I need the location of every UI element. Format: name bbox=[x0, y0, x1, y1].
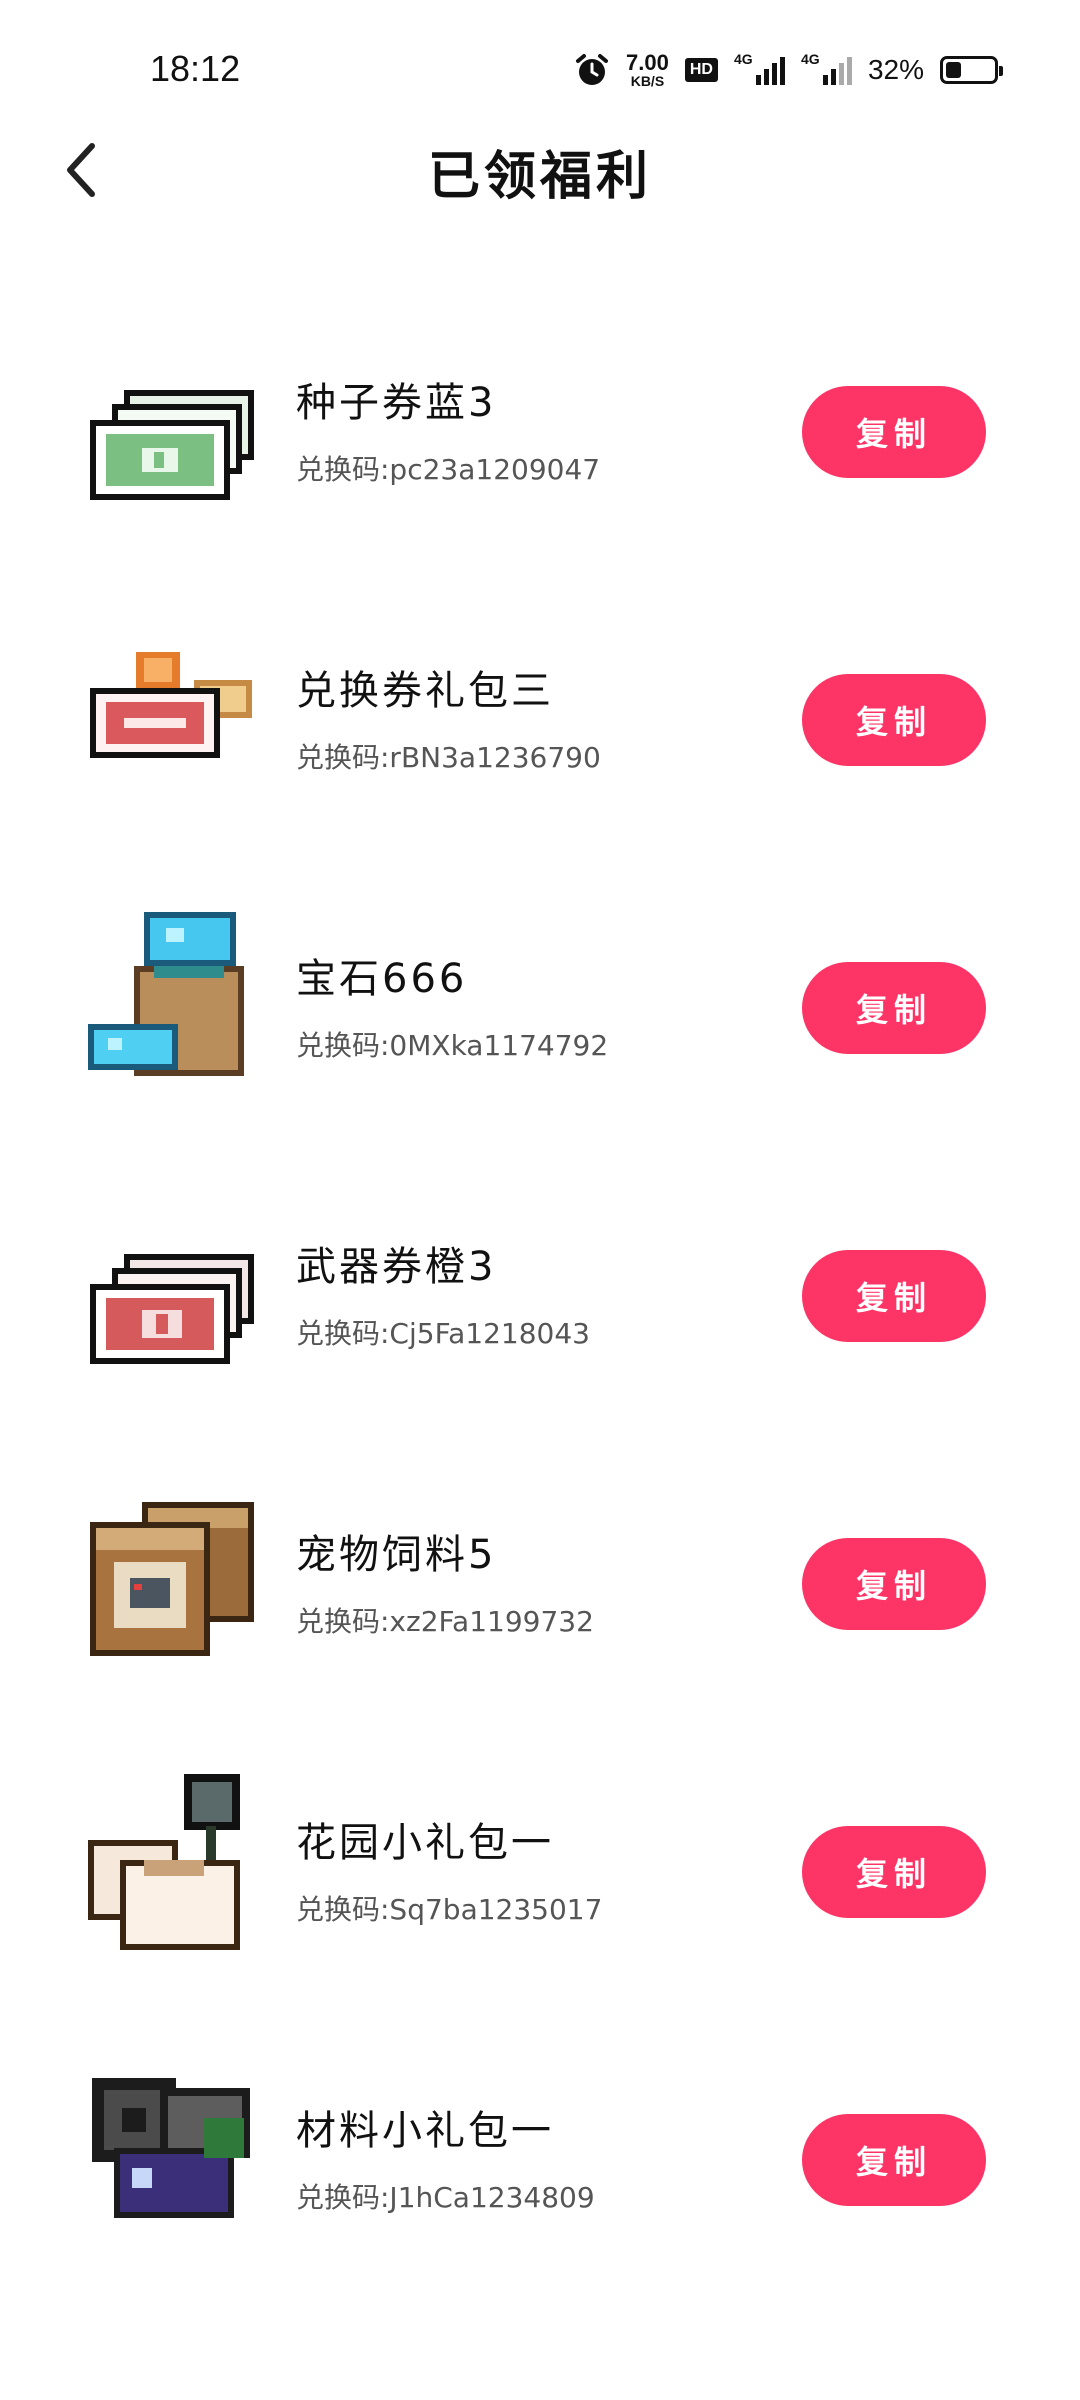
battery-fill bbox=[946, 62, 961, 78]
copy-button[interactable]: 复制 bbox=[802, 1826, 986, 1918]
pet-food-icon bbox=[84, 1482, 264, 1662]
redeem-code: 兑换码:J1hCa1234809 bbox=[296, 2181, 595, 2214]
exchange-ticket-icon bbox=[84, 618, 264, 798]
signal-icon: 4G bbox=[734, 51, 785, 85]
reward-list: 种子券蓝3 兑换码:pc23a1209047 复制 兑换券礼包三 兑换码:rBN… bbox=[0, 330, 1080, 2346]
status-time: 18:12 bbox=[150, 48, 241, 89]
signal-network-type-2: 4G bbox=[800, 51, 820, 67]
network-speed: 7.00 KB/S bbox=[626, 50, 669, 89]
battery-icon bbox=[940, 56, 1003, 84]
list-item: 武器券橙3 兑换码:Cj5Fa1218043 复制 bbox=[0, 1194, 1080, 1482]
redeem-code: 兑换码:Cj5Fa1218043 bbox=[296, 1317, 590, 1350]
copy-button[interactable]: 复制 bbox=[802, 2114, 986, 2206]
copy-button[interactable]: 复制 bbox=[802, 674, 986, 766]
redeem-code: 兑换码:Sq7ba1235017 bbox=[296, 1893, 603, 1926]
item-name: 武器券橙3 bbox=[296, 1244, 497, 1290]
copy-button[interactable]: 复制 bbox=[802, 962, 986, 1054]
gem-bag-icon bbox=[84, 906, 264, 1086]
header: 已领福利 bbox=[0, 130, 1080, 210]
alarm-icon bbox=[574, 52, 610, 88]
battery-percent: 32% bbox=[867, 54, 924, 85]
list-item: 材料小礼包一 兑换码:J1hCa1234809 复制 bbox=[0, 2058, 1080, 2346]
item-name: 材料小礼包一 bbox=[296, 2108, 554, 2154]
status-icons: 7.00 KB/S HD 4G 4G 32% bbox=[574, 48, 1003, 92]
hd-voice-badge: HD bbox=[684, 58, 718, 82]
signal-network-type: 4G bbox=[733, 51, 753, 67]
list-item: 宠物饲料5 兑换码:xz2Fa1199732 复制 bbox=[0, 1482, 1080, 1770]
garden-pack-icon bbox=[84, 1770, 264, 1950]
network-speed-unit: KB/S bbox=[630, 73, 665, 89]
item-name: 种子券蓝3 bbox=[296, 380, 497, 426]
redeem-code: 兑换码:0MXka1174792 bbox=[296, 1029, 609, 1062]
redeem-code: 兑换码:xz2Fa1199732 bbox=[296, 1605, 594, 1638]
list-item: 宝石666 兑换码:0MXka1174792 复制 bbox=[0, 906, 1080, 1194]
list-item: 花园小礼包一 兑换码:Sq7ba1235017 复制 bbox=[0, 1770, 1080, 2058]
signal-icon-2: 4G bbox=[801, 51, 852, 85]
redeem-code: 兑换码:pc23a1209047 bbox=[296, 453, 601, 486]
weapon-ticket-icon bbox=[84, 1194, 264, 1374]
list-item: 种子券蓝3 兑换码:pc23a1209047 复制 bbox=[0, 330, 1080, 618]
redeem-code: 兑换码:rBN3a1236790 bbox=[296, 741, 601, 774]
list-item: 兑换券礼包三 兑换码:rBN3a1236790 复制 bbox=[0, 618, 1080, 906]
seed-ticket-icon bbox=[84, 330, 264, 510]
item-name: 宝石666 bbox=[296, 956, 468, 1002]
status-bar: 18:12 7.00 KB/S HD 4G 4G 32% bbox=[0, 0, 1080, 140]
item-name: 兑换券礼包三 bbox=[296, 668, 554, 714]
item-name: 花园小礼包一 bbox=[296, 1820, 554, 1866]
page-title: 已领福利 bbox=[427, 147, 652, 207]
copy-button[interactable]: 复制 bbox=[802, 386, 986, 478]
copy-button[interactable]: 复制 bbox=[802, 1250, 986, 1342]
material-pack-icon bbox=[84, 2058, 264, 2238]
copy-button[interactable]: 复制 bbox=[802, 1538, 986, 1630]
network-speed-value: 7.00 bbox=[626, 50, 669, 75]
item-name: 宠物饲料5 bbox=[296, 1532, 497, 1578]
